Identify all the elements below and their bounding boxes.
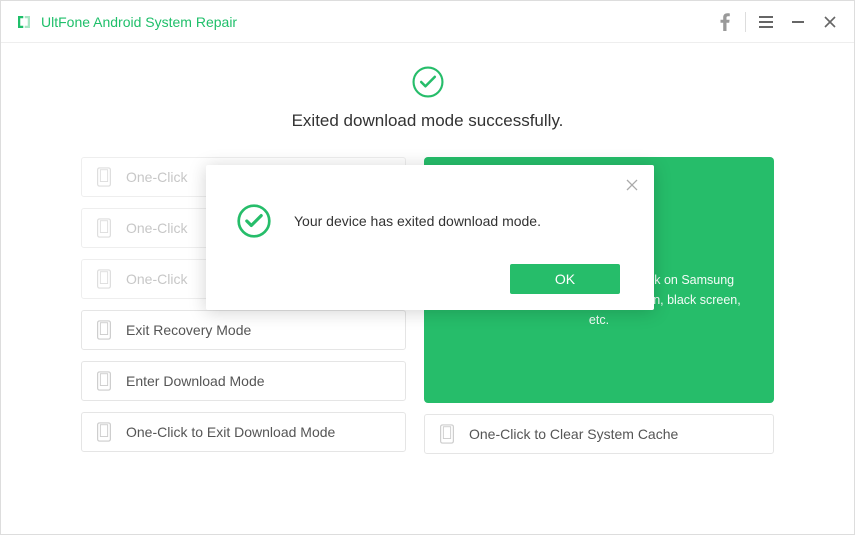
- phone-icon: [96, 371, 112, 391]
- modal-message: Your device has exited download mode.: [294, 213, 541, 229]
- option-label: Exit Recovery Mode: [126, 322, 251, 338]
- facebook-icon[interactable]: [709, 6, 741, 38]
- header-area: Exited download mode successfully.: [1, 43, 854, 141]
- app-window: UltFone Android System Repair Exited d: [0, 0, 855, 535]
- phone-icon: [96, 167, 112, 187]
- app-title: UltFone Android System Repair: [41, 14, 709, 30]
- separator: [745, 12, 746, 32]
- app-logo-icon: [15, 13, 33, 31]
- option-label: Enter Download Mode: [126, 373, 265, 389]
- phone-icon: [96, 320, 112, 340]
- option-enter-download[interactable]: Enter Download Mode: [81, 361, 406, 401]
- menu-icon[interactable]: [750, 6, 782, 38]
- option-label: One-Click: [126, 271, 187, 287]
- option-label: One-Click to Clear System Cache: [469, 426, 678, 442]
- option-label: One-Click: [126, 220, 187, 236]
- close-icon[interactable]: [814, 6, 846, 38]
- minimize-icon[interactable]: [782, 6, 814, 38]
- phone-icon: [96, 422, 112, 442]
- modal-body: Your device has exited download mode.: [206, 165, 654, 239]
- headline: Exited download mode successfully.: [1, 111, 854, 131]
- titlebar: UltFone Android System Repair: [1, 1, 854, 43]
- modal-close-icon[interactable]: [622, 175, 642, 195]
- phone-icon: [96, 269, 112, 289]
- success-modal: Your device has exited download mode. OK: [206, 165, 654, 310]
- modal-footer: OK: [510, 264, 620, 294]
- option-label: One-Click: [126, 169, 187, 185]
- option-exit-download[interactable]: One-Click to Exit Download Mode: [81, 412, 406, 452]
- success-check-icon: [411, 65, 445, 99]
- modal-check-icon: [236, 203, 272, 239]
- option-label: One-Click to Exit Download Mode: [126, 424, 335, 440]
- phone-icon: [96, 218, 112, 238]
- titlebar-controls: [709, 6, 846, 38]
- option-exit-recovery[interactable]: Exit Recovery Mode: [81, 310, 406, 350]
- ok-button[interactable]: OK: [510, 264, 620, 294]
- option-clear-cache[interactable]: One-Click to Clear System Cache: [424, 414, 774, 454]
- phone-icon: [439, 424, 455, 444]
